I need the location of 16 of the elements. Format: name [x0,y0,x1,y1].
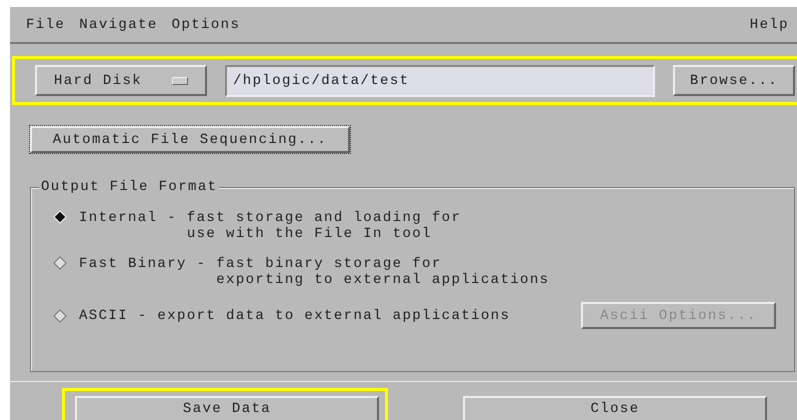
browse-button[interactable]: Browse... [673,65,795,96]
device-option-menu[interactable]: Hard Disk [35,65,207,96]
path-field[interactable]: /hplogic/data/test [225,64,655,96]
dialog-button[interactable]: Close [463,396,767,420]
sequencing-button[interactable]: Automatic File Sequencing... [30,126,350,153]
option-label: Fast Binary - fast binary storage for exporting to external applications [79,256,550,288]
group-title: Output File Format [39,179,220,195]
option-label: ASCII - export data to external applications [79,308,510,324]
option-label: Internal - fast storage and loading for use with the File In tool [79,210,462,242]
radio-button[interactable] [53,308,67,322]
menu-item[interactable]: File [26,14,66,34]
help-menu[interactable]: Help [750,14,789,34]
menu-item[interactable]: Options [172,14,240,34]
radio-button[interactable] [53,256,67,270]
dialog-button[interactable]: Save Data [75,396,379,420]
menu-item[interactable]: Navigate [79,14,158,34]
